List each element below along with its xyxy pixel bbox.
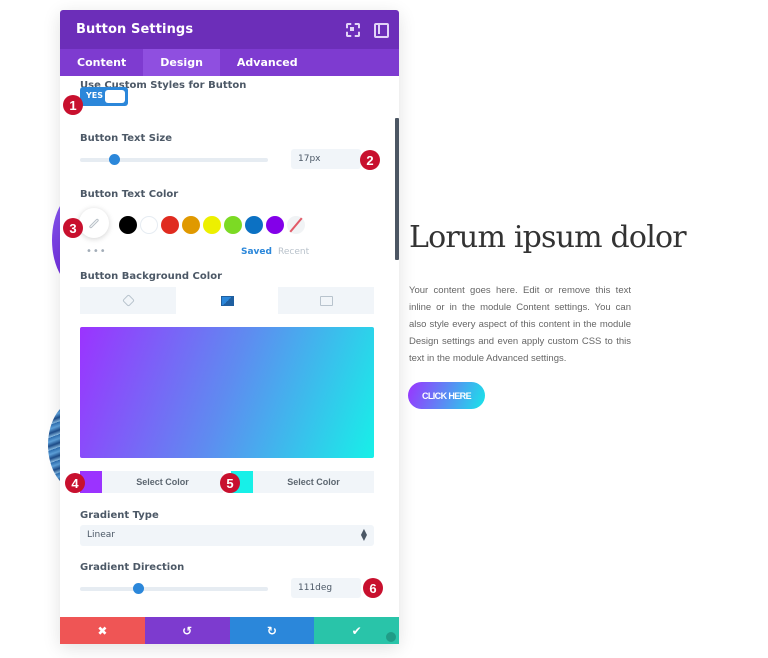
undo-button[interactable]: ↺ [144,617,230,644]
gradient-preview [80,327,374,458]
swatch-no-color[interactable] [287,216,305,234]
background-tab-gradient[interactable] [179,287,275,314]
text-size-label: Button Text Size [80,133,172,144]
color-swatch[interactable] [182,216,200,234]
annotation-badge-5: 5 [220,473,240,493]
gradient-icon [220,295,234,306]
text-size-input[interactable]: 17px [291,149,361,169]
gradient-stop-2-button[interactable]: Select Color [231,471,374,493]
color-picker-button[interactable] [79,208,109,238]
text-size-slider-thumb[interactable] [108,154,120,165]
eyedropper-icon [88,217,100,229]
background-type-tabs [80,287,374,314]
gradient-direction-label: Gradient Direction [80,562,185,573]
gradient-type-value: Linear [87,530,115,540]
preview-body-text: Your content goes here. Edit or remove t… [409,285,631,364]
gradient-type-select[interactable]: Linear ▲ ▼ [80,525,374,546]
panel-body: Use Custom Styles for Button YES Button … [60,0,399,658]
annotation-badge-2: 2 [360,150,380,170]
custom-styles-toggle[interactable]: YES [80,87,128,106]
more-colors-button[interactable]: ••• [86,246,107,257]
background-tab-image[interactable] [278,287,374,314]
panel-footer: ✖ ↺ ↻ ✔ [60,617,399,644]
color-swatch[interactable] [224,216,242,234]
background-tab-color[interactable] [80,287,176,314]
recent-colors-link[interactable]: Recent [278,247,309,257]
checkmark-icon: ✔ [351,623,362,638]
save-button[interactable]: ✔ [314,617,399,644]
resize-handle[interactable] [386,632,396,642]
gradient-direction-slider[interactable] [80,583,268,594]
annotation-badge-1: 1 [63,95,83,115]
undo-icon: ↺ [182,623,193,638]
color-swatch[interactable] [245,216,263,234]
color-swatch[interactable] [119,216,137,234]
text-size-slider[interactable] [80,154,268,165]
redo-icon: ↻ [266,623,277,638]
color-swatch[interactable] [161,216,179,234]
color-swatches [119,216,305,234]
gradient-direction-slider-thumb[interactable] [133,583,145,594]
color-swatch[interactable] [140,216,158,234]
toggle-state-text: YES [86,91,104,100]
cancel-button[interactable]: ✖ [60,617,145,644]
gradient-direction-input[interactable]: 111deg [291,578,361,598]
background-color-label: Button Background Color [80,271,222,282]
saved-colors-link[interactable]: Saved [241,247,272,257]
image-icon [319,295,333,306]
toggle-knob [105,90,125,103]
color-swatch[interactable] [203,216,221,234]
click-here-button[interactable]: CLICK HERE [408,382,485,409]
text-color-label: Button Text Color [80,189,179,200]
annotation-badge-4: 4 [65,473,85,493]
gradient-type-label: Gradient Type [80,510,159,521]
gradient-stop-2-label: Select Color [287,477,340,487]
color-swatch[interactable] [266,216,284,234]
close-icon: ✖ [97,623,108,638]
annotation-badge-3: 3 [63,218,83,238]
paint-bucket-icon [121,294,135,307]
select-arrows-icon: ▲ ▼ [360,527,367,542]
annotation-badge-6: 6 [363,578,383,598]
redo-button[interactable]: ↻ [229,617,315,644]
preview-heading: Lorum ipsum dolor [409,220,687,255]
gradient-stop-1-label: Select Color [136,477,189,487]
gradient-stop-1-button[interactable]: Select Color [80,471,223,493]
panel-scrollbar[interactable] [395,118,399,260]
